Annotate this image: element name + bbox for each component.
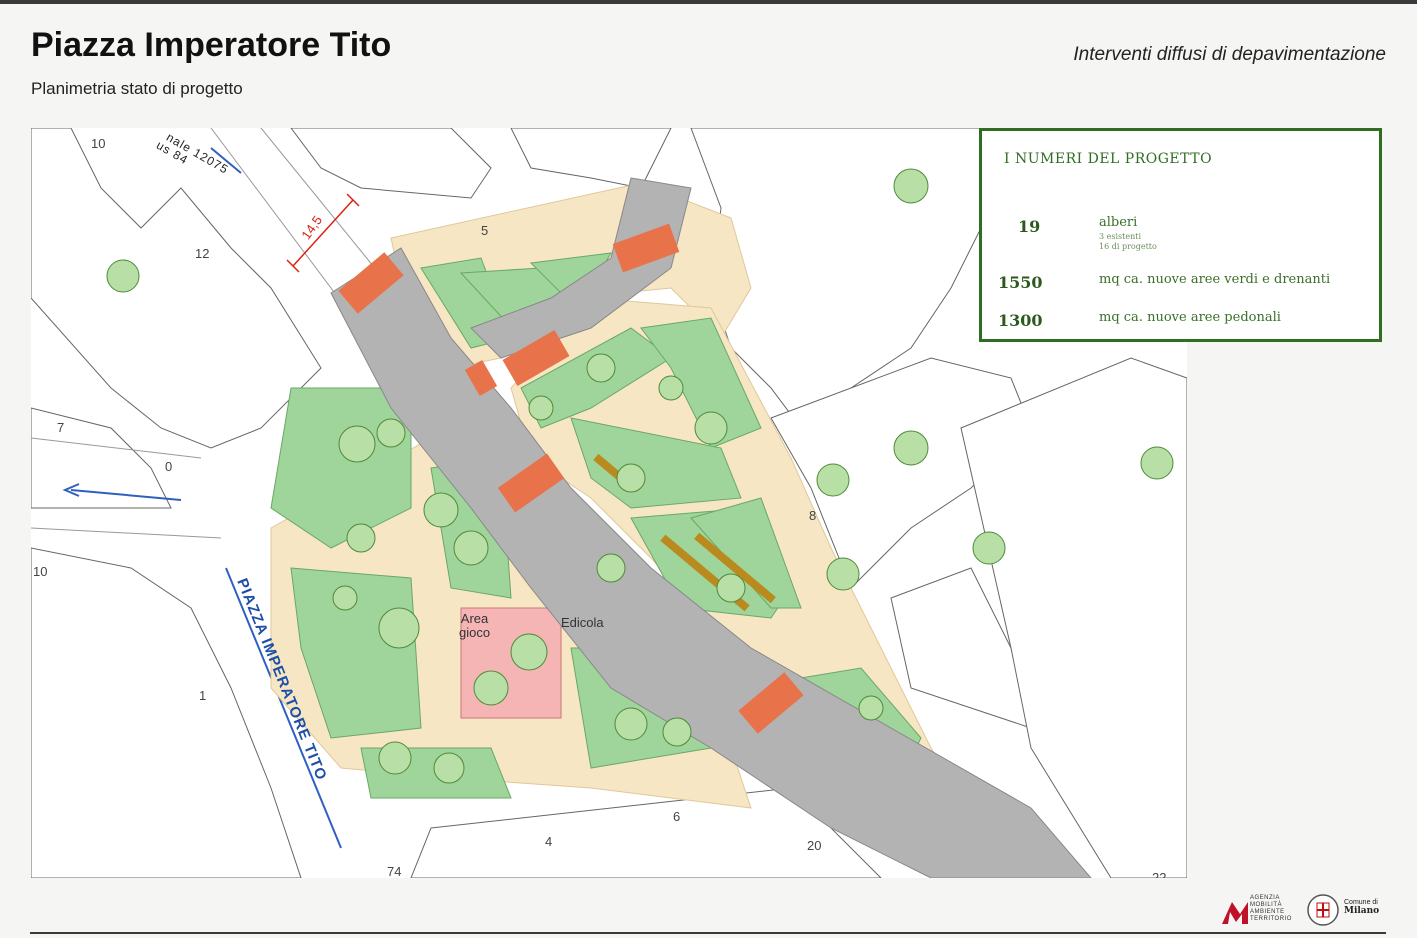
amat-logo-text: AGENZIA MOBILITÀ AMBIENTE TERRITORIO (1250, 895, 1292, 922)
block-number: 22 (1152, 870, 1167, 878)
block-number: 20 (807, 838, 822, 853)
block-number: 4 (545, 834, 553, 849)
stat-trees-new: 16 di progetto (1099, 242, 1157, 251)
comune-line1: Comune di (1344, 899, 1378, 906)
stat-green-label: mq ca. nuove aree verdi e drenanti (1099, 272, 1331, 287)
block-number: 8 (809, 508, 817, 523)
tree (1140, 446, 1174, 480)
tree (816, 463, 850, 497)
tree (893, 168, 929, 204)
tree (346, 523, 376, 553)
block-number: 0 (165, 459, 173, 474)
stat-trees-label: alberi (1099, 215, 1138, 230)
stat-pedestrian-number: 1300 (998, 311, 1043, 330)
tree (510, 633, 548, 671)
tree (658, 375, 684, 401)
tree (662, 717, 692, 747)
tree (893, 430, 929, 466)
tree (596, 553, 626, 583)
tree (338, 425, 376, 463)
tree (433, 752, 465, 784)
block-number: 10 (33, 564, 48, 579)
stat-pedestrian-label: mq ca. nuove aree pedonali (1099, 310, 1281, 325)
block-number: 74 (387, 864, 402, 878)
stat-trees-existing: 3 esistenti (1099, 232, 1142, 241)
tree (972, 531, 1006, 565)
kiosk-label: Edicola (561, 615, 604, 630)
tree (694, 411, 728, 445)
tree (376, 418, 406, 448)
tree (716, 573, 746, 603)
building-block (31, 128, 322, 449)
stat-trees-number: 19 (1018, 217, 1041, 236)
tree (586, 353, 616, 383)
tree (858, 695, 884, 721)
tree (106, 259, 140, 293)
block-number: 5 (481, 223, 489, 238)
play-area-label: Area gioco (459, 611, 491, 640)
building-block (290, 128, 492, 199)
block-number: 1 (199, 688, 207, 703)
building-block (510, 128, 672, 189)
page-tagline: Interventi diffusi di depavimentazione (1073, 44, 1386, 65)
block-number: 6 (673, 809, 681, 824)
comune-logo-text: Comune di Milano (1344, 898, 1379, 916)
tree (616, 463, 646, 493)
building-block (31, 547, 302, 878)
tree (378, 741, 412, 775)
tree (453, 530, 489, 566)
stat-green-number: 1550 (998, 273, 1043, 292)
project-numbers-box: I NUMERI DEL PROGETTO 19 alberi 3 esiste… (979, 128, 1382, 342)
tree (378, 607, 420, 649)
page-subtitle: Planimetria stato di progetto (31, 79, 243, 98)
stats-title: I NUMERI DEL PROGETTO (1004, 151, 1213, 167)
block-number: 12 (195, 246, 210, 261)
tree (423, 492, 459, 528)
page-title: Piazza Imperatore Tito (31, 26, 392, 64)
block-number: 7 (57, 420, 65, 435)
tree (826, 557, 860, 591)
comune-milano-logo (1307, 894, 1339, 926)
tree (332, 585, 358, 611)
comune-line2: Milano (1344, 906, 1380, 916)
tree (473, 670, 509, 706)
tree (528, 395, 554, 421)
bottom-border (30, 932, 1386, 934)
top-border (0, 0, 1417, 4)
block-number: 10 (91, 136, 106, 151)
tree (614, 707, 648, 741)
